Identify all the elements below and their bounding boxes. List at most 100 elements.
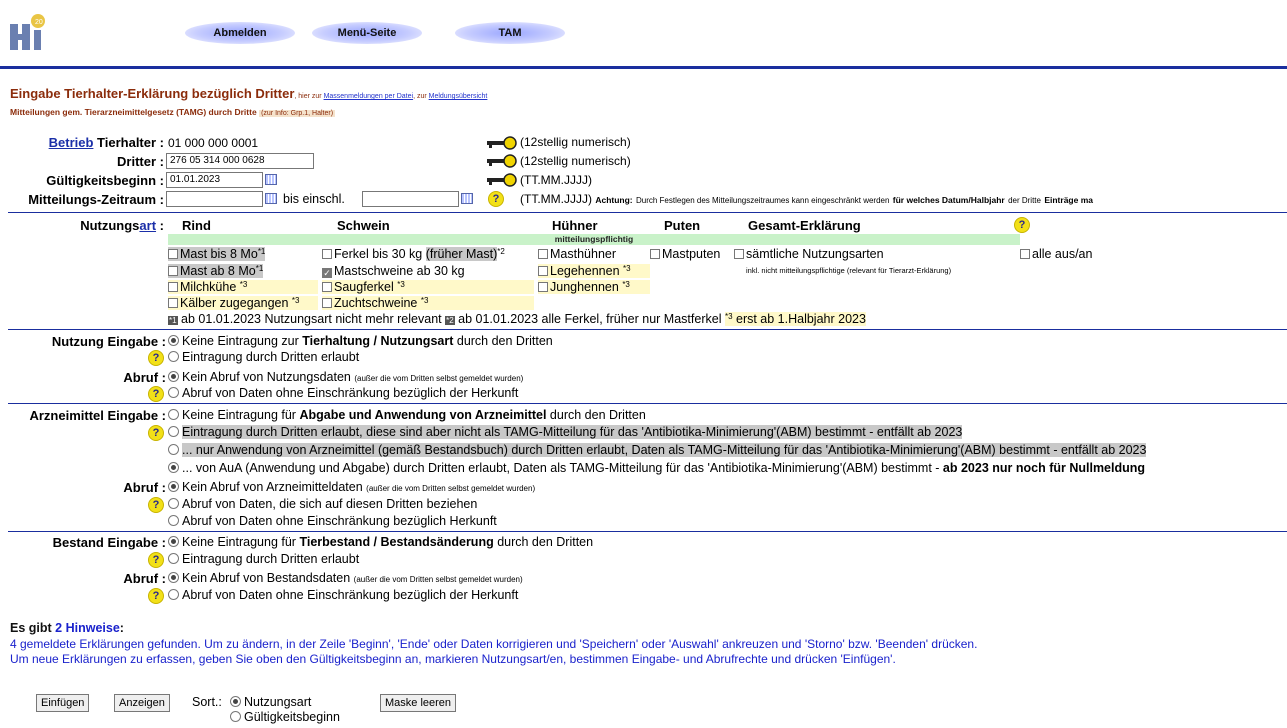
help-icon[interactable]: ? bbox=[148, 588, 164, 604]
radio[interactable] bbox=[230, 711, 241, 722]
huehner-masthuehner[interactable]: Masthühner bbox=[538, 247, 616, 261]
radio[interactable] bbox=[168, 553, 179, 564]
checkbox[interactable] bbox=[538, 266, 548, 276]
rind-kaelber[interactable]: Kälber zugegangen *3 bbox=[168, 296, 318, 310]
radio-selected[interactable] bbox=[230, 696, 241, 707]
calendar-icon[interactable] bbox=[461, 193, 473, 204]
option-label: Kein Abruf von Nutzungsdaten bbox=[182, 370, 351, 384]
checkbox[interactable] bbox=[322, 282, 332, 292]
menu-page-button[interactable]: Menü-Seite bbox=[312, 22, 422, 44]
ae-option-2[interactable]: Eintragung durch Dritten erlaubt, diese … bbox=[168, 425, 963, 439]
checkbox[interactable] bbox=[322, 249, 332, 259]
dritter-input[interactable]: 276 05 314 000 0628 bbox=[166, 153, 314, 169]
checkbox[interactable] bbox=[734, 249, 744, 259]
puten-mastputen[interactable]: Mastputen bbox=[650, 247, 720, 261]
be-option-2[interactable]: Eintragung durch Dritten erlaubt bbox=[168, 552, 359, 566]
nutzungsart-link[interactable]: art bbox=[139, 218, 156, 233]
zeitraum-from-input[interactable] bbox=[166, 191, 263, 207]
help-icon[interactable]: ? bbox=[148, 425, 164, 441]
na-option-2[interactable]: Abruf von Daten ohne Einschränkung bezüg… bbox=[168, 386, 518, 400]
ae-option-3[interactable]: ... nur Anwendung von Arzneimittel (gemä… bbox=[168, 443, 1147, 457]
tam-button[interactable]: TAM bbox=[455, 22, 565, 44]
radio[interactable] bbox=[168, 589, 179, 600]
zeitraum-to-input[interactable] bbox=[362, 191, 459, 207]
footnote-mark: *2 bbox=[497, 247, 505, 256]
help-icon[interactable]: ? bbox=[148, 497, 164, 513]
rind-milchkuehe[interactable]: Milchkühe *3 bbox=[168, 280, 318, 294]
calendar-icon[interactable] bbox=[265, 193, 277, 204]
checkbox-checked[interactable]: ✓ bbox=[322, 268, 332, 278]
gueltig-input[interactable]: 01.01.2023 bbox=[166, 172, 263, 188]
sort-option-nutzungsart[interactable]: Nutzungsart bbox=[230, 695, 311, 709]
ne-option-1[interactable]: Keine Eintragung zur Tierhaltung / Nutzu… bbox=[168, 334, 553, 348]
nutzungsart-label: Nutzungsart : bbox=[4, 218, 164, 233]
checkbox[interactable] bbox=[650, 249, 660, 259]
help-icon[interactable]: ? bbox=[148, 350, 164, 366]
help-icon[interactable]: ? bbox=[148, 552, 164, 568]
col-schwein: Schwein bbox=[337, 218, 390, 233]
radio-selected[interactable] bbox=[168, 481, 179, 492]
checkbox[interactable] bbox=[538, 282, 548, 292]
checkbox[interactable] bbox=[168, 298, 178, 308]
help-icon[interactable]: ? bbox=[488, 191, 504, 207]
ae-option-1[interactable]: Keine Eintragung für Abgabe und Anwendun… bbox=[168, 408, 646, 422]
option-label-tail: durch den Dritten bbox=[453, 334, 553, 348]
ne-option-2[interactable]: Eintragung durch Dritten erlaubt bbox=[168, 350, 359, 364]
calendar-icon[interactable] bbox=[265, 174, 277, 185]
radio[interactable] bbox=[168, 387, 179, 398]
huehner-legehennen[interactable]: Legehennen *3 bbox=[538, 264, 650, 278]
radio-selected[interactable] bbox=[168, 462, 179, 473]
radio[interactable] bbox=[168, 498, 179, 509]
insert-button[interactable]: Einfügen bbox=[36, 694, 90, 712]
checkbox[interactable] bbox=[168, 249, 178, 259]
radio[interactable] bbox=[168, 409, 179, 420]
ae-option-4[interactable]: ... von AuA (Anwendung und Abgabe) durch… bbox=[168, 461, 1145, 475]
sort-option-gueltig[interactable]: Gültigkeitsbeginn bbox=[230, 710, 340, 724]
achtung-bold-2: Einträge ma bbox=[1044, 195, 1093, 205]
nutzung-abruf-label: Abruf : bbox=[123, 370, 166, 385]
schwein-saugferkel[interactable]: Saugferkel *3 bbox=[322, 280, 534, 294]
achtung-text: Durch Festlegen des Mitteilungszeitraume… bbox=[635, 196, 890, 205]
show-button[interactable]: Anzeigen bbox=[114, 694, 170, 712]
huehner-junghennen[interactable]: Junghennen *3 bbox=[538, 280, 650, 294]
help-icon[interactable]: ? bbox=[1014, 217, 1030, 233]
radio[interactable] bbox=[168, 426, 179, 437]
aa-option-2[interactable]: Abruf von Daten, die sich auf diesen Dri… bbox=[168, 497, 477, 511]
radio-selected[interactable] bbox=[168, 536, 179, 547]
checkbox[interactable] bbox=[1020, 249, 1030, 259]
gesamt-saemtliche[interactable]: sämtliche Nutzungsarten bbox=[734, 247, 884, 261]
option-label: Ferkel bis 30 kg bbox=[334, 247, 423, 261]
overview-link[interactable]: Meldungsübersicht bbox=[429, 93, 488, 100]
alle-toggle[interactable]: alle aus/an bbox=[1020, 247, 1092, 261]
clear-mask-button[interactable]: Maske leeren bbox=[380, 694, 457, 712]
schwein-mastschweine[interactable]: ✓ Mastschweine ab 30 kg bbox=[322, 264, 465, 278]
radio[interactable] bbox=[168, 351, 179, 362]
radio[interactable] bbox=[168, 515, 179, 526]
radio[interactable] bbox=[168, 444, 179, 455]
schwein-zuchtschweine[interactable]: Zuchtschweine *3 bbox=[322, 296, 534, 310]
checkbox[interactable] bbox=[538, 249, 548, 259]
aa-option-3[interactable]: Abruf von Daten ohne Einschränkung bezüg… bbox=[168, 514, 497, 528]
dritter-hint: (12stellig numerisch) bbox=[520, 154, 631, 168]
be-option-1[interactable]: Keine Eintragung für Tierbestand / Besta… bbox=[168, 535, 593, 549]
checkbox[interactable] bbox=[168, 266, 178, 276]
radio-selected[interactable] bbox=[168, 572, 179, 583]
radio-selected[interactable] bbox=[168, 371, 179, 382]
option-label: Kälber zugegangen bbox=[180, 296, 289, 310]
na-option-1[interactable]: Kein Abruf von Nutzungsdaten (außer die … bbox=[168, 370, 523, 384]
aa-option-1[interactable]: Kein Abruf von Arzneimitteldaten (außer … bbox=[168, 480, 535, 494]
schwein-ferkel[interactable]: Ferkel bis 30 kg (früher Mast)*2 bbox=[322, 247, 505, 261]
help-icon[interactable]: ? bbox=[148, 386, 164, 402]
footnote-mark-3: *3 bbox=[724, 312, 733, 321]
mass-upload-link[interactable]: Massenmeldungen per Datei bbox=[324, 93, 414, 100]
rind-mast-bis-8[interactable]: Mast bis 8 Mo*1 bbox=[168, 247, 266, 261]
logout-button[interactable]: Abmelden bbox=[185, 22, 295, 44]
footnote-mark: *3 bbox=[623, 264, 631, 273]
ba-option-2[interactable]: Abruf von Daten ohne Einschränkung bezüg… bbox=[168, 588, 518, 602]
rind-mast-ab-8[interactable]: Mast ab 8 Mo*1 bbox=[168, 264, 264, 278]
ba-option-1[interactable]: Kein Abruf von Bestandsdaten (außer die … bbox=[168, 571, 523, 585]
betrieb-link[interactable]: Betrieb bbox=[49, 135, 94, 150]
checkbox[interactable] bbox=[168, 282, 178, 292]
checkbox[interactable] bbox=[322, 298, 332, 308]
radio-selected[interactable] bbox=[168, 335, 179, 346]
